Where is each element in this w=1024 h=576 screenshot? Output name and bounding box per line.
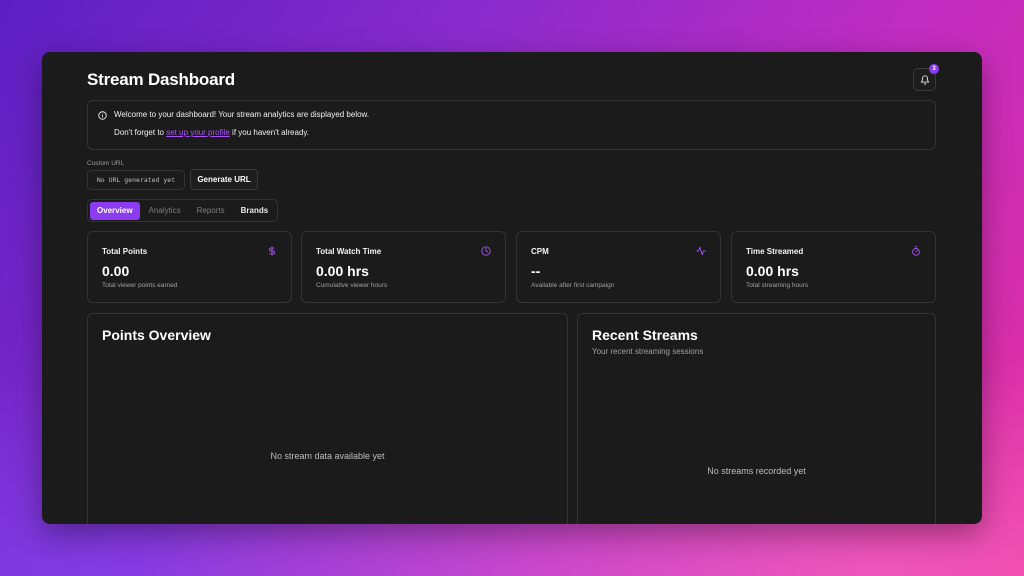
page-title: Stream Dashboard xyxy=(87,70,235,89)
stat-value: -- xyxy=(531,263,541,279)
stat-value: 0.00 xyxy=(102,263,130,279)
custom-url-label: Custom URL xyxy=(87,160,125,167)
stat-title: Total Points xyxy=(102,247,148,256)
stat-title: CPM xyxy=(531,247,549,256)
stat-card-time-streamed: Time Streamed 0.00 hrs Total streaming h… xyxy=(731,231,936,303)
activity-icon xyxy=(696,246,706,256)
tab-reports[interactable]: Reports xyxy=(190,202,232,220)
recent-streams-panel: Recent Streams Your recent streaming ses… xyxy=(577,313,936,524)
notification-count-badge: 3 xyxy=(929,64,939,74)
custom-url-field[interactable]: No URL generated yet xyxy=(87,170,185,190)
stat-value: 0.00 hrs xyxy=(746,263,799,279)
points-overview-empty-message: No stream data available yet xyxy=(270,451,385,461)
notice-line-2: Don't forget to set up your profile if y… xyxy=(114,128,309,137)
stat-card-total-points: Total Points 0.00 Total viewer points ea… xyxy=(87,231,292,303)
info-icon xyxy=(98,111,107,120)
recent-streams-empty-message: No streams recorded yet xyxy=(707,466,806,476)
notice-line-2-suffix: if you haven't already. xyxy=(229,128,310,137)
tab-brands[interactable]: Brands xyxy=(234,202,276,220)
tab-analytics[interactable]: Analytics xyxy=(142,202,188,220)
stat-subtitle: Total streaming hours xyxy=(746,282,809,289)
stat-title: Time Streamed xyxy=(746,247,804,256)
clock-icon xyxy=(481,246,491,256)
stat-title: Total Watch Time xyxy=(316,247,382,256)
bell-icon xyxy=(920,74,929,85)
stat-card-total-watch-time: Total Watch Time 0.00 hrs Cumulative vie… xyxy=(301,231,506,303)
stat-subtitle: Available after first campaign xyxy=(531,282,615,289)
stat-value: 0.00 hrs xyxy=(316,263,369,279)
dollar-icon xyxy=(269,246,275,256)
stat-card-cpm: CPM -- Available after first campaign xyxy=(516,231,721,303)
tab-overview[interactable]: Overview xyxy=(90,201,140,220)
notice-line-2-prefix: Don't forget to xyxy=(114,128,167,137)
points-overview-title: Points Overview xyxy=(102,327,211,343)
recent-streams-subtitle: Your recent streaming sessions xyxy=(592,347,704,356)
recent-streams-title: Recent Streams xyxy=(592,327,698,343)
notice-line-1: Welcome to your dashboard! Your stream a… xyxy=(114,110,370,119)
tab-bar: Overview Analytics Reports Brands xyxy=(87,199,278,222)
setup-profile-link[interactable]: set up your profile xyxy=(166,128,230,137)
stat-subtitle: Total viewer points earned xyxy=(102,282,178,289)
stat-subtitle: Cumulative viewer hours xyxy=(316,282,388,289)
timer-icon xyxy=(912,246,920,256)
dashboard-window: Stream Dashboard 3 Welcome to your dashb… xyxy=(42,52,982,524)
points-overview-panel: Points Overview No stream data available… xyxy=(87,313,568,524)
generate-url-button[interactable]: Generate URL xyxy=(190,169,258,190)
welcome-notice: Welcome to your dashboard! Your stream a… xyxy=(87,100,936,150)
notifications-button[interactable]: 3 xyxy=(913,64,939,91)
